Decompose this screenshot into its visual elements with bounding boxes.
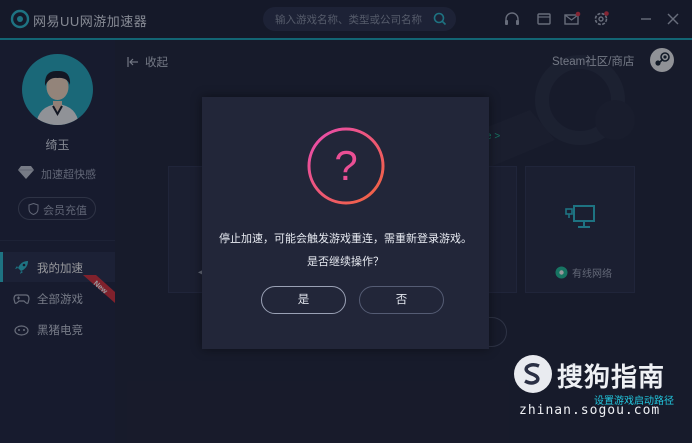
question-mark: ?	[334, 142, 357, 189]
question-icon: ?	[307, 127, 385, 205]
confirm-dialog: ? 停止加速，可能会触发游戏重连，需重新登录游戏。 是否继续操作？ 是 否	[202, 97, 489, 349]
sogou-logo-icon	[514, 355, 552, 393]
watermark-brand: 搜狗指南	[557, 362, 666, 392]
dialog-question: 是否继续操作？	[307, 256, 384, 268]
watermark-url: zhinan.sogou.com	[519, 403, 661, 418]
confirm-yes-button[interactable]: 是	[261, 286, 346, 314]
dialog-message: 停止加速，可能会触发游戏重连，需重新登录游戏。	[219, 233, 472, 245]
confirm-no-button[interactable]: 否	[359, 286, 444, 314]
